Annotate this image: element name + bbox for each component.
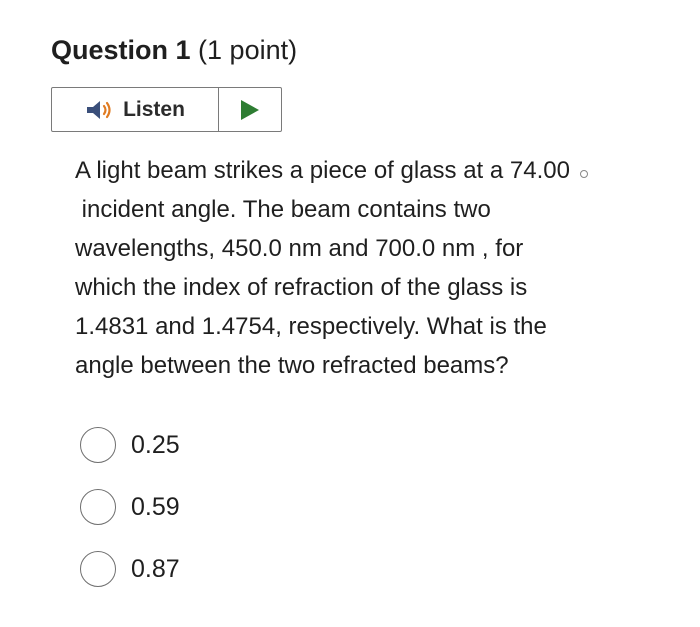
listen-button[interactable]: Listen xyxy=(52,88,219,131)
question-line: which the index of refraction of the gla… xyxy=(75,274,528,301)
degree-symbol-icon xyxy=(579,169,588,178)
radio-button[interactable] xyxy=(80,489,116,525)
answer-option[interactable]: 0.25 xyxy=(80,425,180,465)
listen-label: Listen xyxy=(123,97,185,121)
question-body: A light beam strikes a piece of glass at… xyxy=(75,151,665,385)
radio-button[interactable] xyxy=(80,427,116,463)
play-icon xyxy=(241,99,259,120)
speaker-icon xyxy=(85,99,115,121)
question-points: (1 point) xyxy=(198,35,298,65)
answer-options: 0.25 0.59 0.87 xyxy=(80,425,180,611)
question-line: wavelengths, 450.0 nm and 700.0 nm , for xyxy=(75,235,524,262)
answer-option[interactable]: 0.87 xyxy=(80,549,180,589)
answer-option[interactable]: 0.59 xyxy=(80,487,180,527)
question-line: 1.4831 and 1.4754, respectively. What is… xyxy=(75,313,547,340)
listen-toolbar: Listen xyxy=(51,87,282,132)
play-button[interactable] xyxy=(219,88,281,131)
option-label: 0.87 xyxy=(131,554,180,583)
radio-button[interactable] xyxy=(80,551,116,587)
question-title: Question 1 (1 point) xyxy=(51,33,297,67)
question-line: incident angle. The beam contains two xyxy=(81,196,491,223)
question-line: angle between the two refracted beams? xyxy=(75,352,509,379)
option-label: 0.25 xyxy=(131,430,180,459)
question-number: Question 1 xyxy=(51,35,191,65)
question-line: A light beam strikes a piece of glass at… xyxy=(75,151,665,190)
option-label: 0.59 xyxy=(131,492,180,521)
